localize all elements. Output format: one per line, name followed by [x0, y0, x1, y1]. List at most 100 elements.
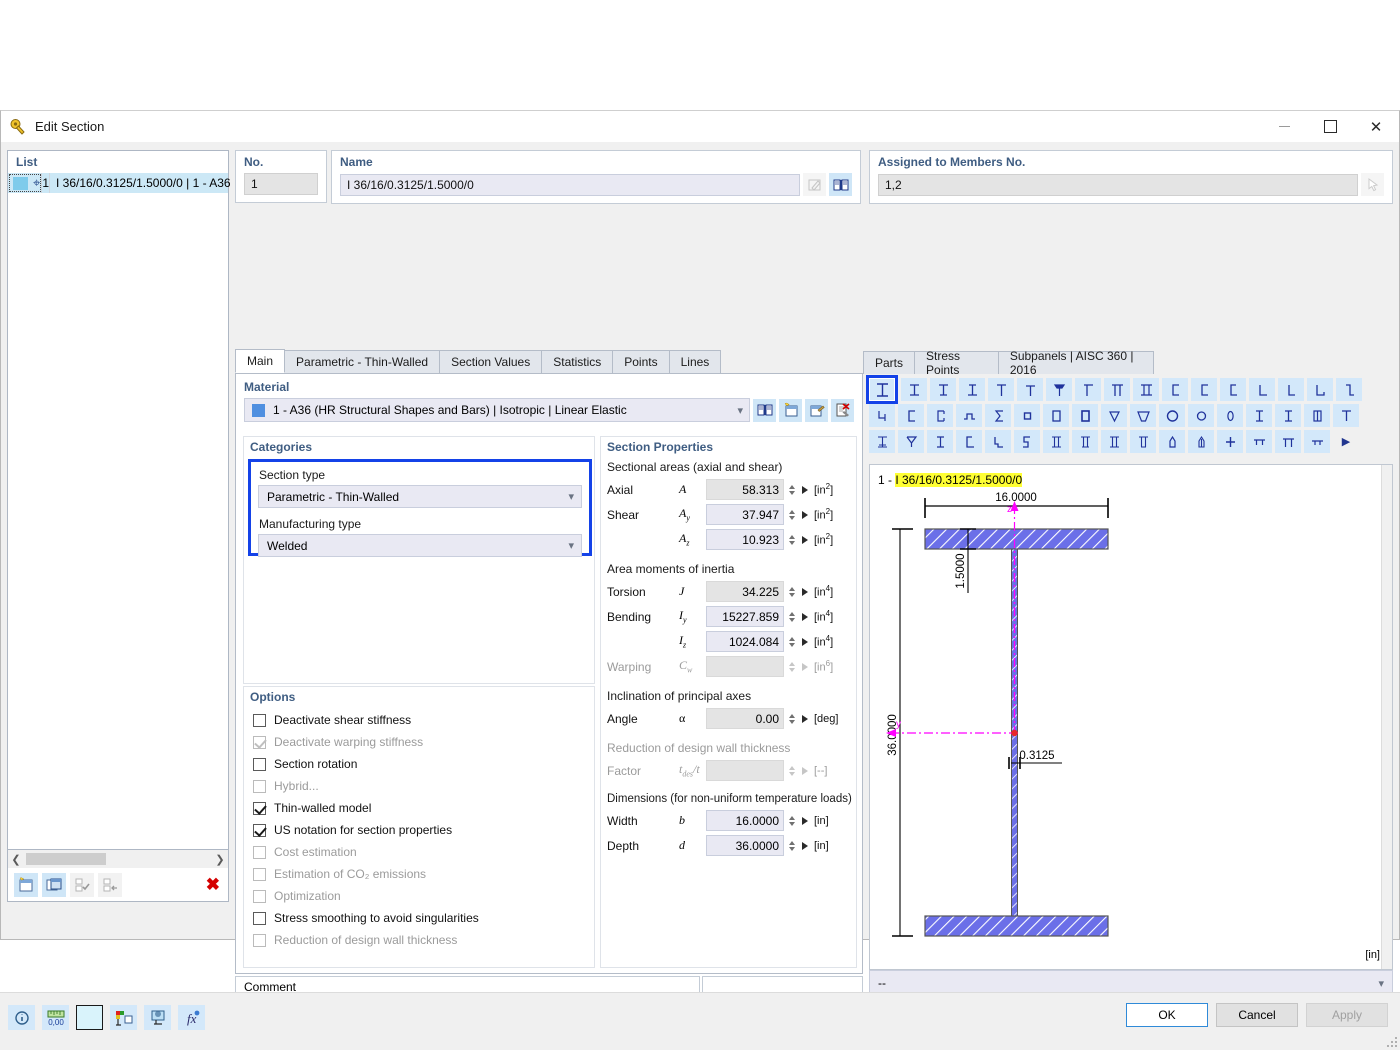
property-value[interactable]: 16.0000: [706, 810, 784, 831]
shape-square-small[interactable]: [1014, 404, 1040, 427]
checkbox[interactable]: [253, 757, 266, 771]
shape-l-1[interactable]: [1249, 378, 1275, 401]
resize-grip[interactable]: [1385, 1035, 1397, 1047]
visual-settings-icon[interactable]: [144, 1005, 171, 1030]
minimize-button[interactable]: [1261, 111, 1307, 142]
material-library-icon[interactable]: [753, 398, 776, 422]
color-picker-icon[interactable]: [76, 1005, 103, 1030]
shape-circle-hollow[interactable]: [1217, 404, 1243, 427]
shape-angle-lipped[interactable]: [985, 430, 1011, 453]
chevron-down-icon[interactable]: ▾: [568, 539, 576, 552]
delete-section-icon[interactable]: ✖: [206, 875, 220, 895]
drawing-vertical-scrollbar[interactable]: [1381, 465, 1392, 969]
shape-i-cross-1[interactable]: [869, 430, 895, 453]
shape-c-3[interactable]: [1220, 378, 1246, 401]
spinner-icon[interactable]: [786, 534, 797, 545]
apply-button[interactable]: Apply: [1306, 1003, 1388, 1027]
pick-members-cursor-icon[interactable]: [1361, 173, 1384, 196]
shape-trapezoid-2[interactable]: [1130, 404, 1156, 427]
expand-arrow-icon[interactable]: [802, 485, 808, 494]
display-properties-icon[interactable]: [110, 1005, 137, 1030]
manufacturing-type-select[interactable]: Welded ▾: [258, 534, 582, 557]
ok-button[interactable]: OK: [1126, 1003, 1208, 1027]
copy-section-button[interactable]: [42, 872, 66, 897]
spinner-icon[interactable]: [786, 636, 797, 647]
shape-t-3[interactable]: [1046, 378, 1072, 401]
chevron-down-icon[interactable]: ▾: [568, 490, 576, 503]
expand-arrow-icon[interactable]: [802, 535, 808, 544]
scrollbar-thumb[interactable]: [26, 853, 106, 865]
units-decimals-icon[interactable]: 0,00: [42, 1005, 69, 1030]
shape-c-5[interactable]: [956, 430, 982, 453]
tab-section-values[interactable]: Section Values: [439, 350, 543, 373]
section-library-icon[interactable]: [829, 173, 852, 196]
property-value[interactable]: 37.947: [706, 504, 784, 525]
cancel-button[interactable]: Cancel: [1216, 1003, 1298, 1027]
shape-i-4[interactable]: [959, 378, 985, 401]
expand-arrow-icon[interactable]: [802, 841, 808, 850]
shape-box-divided[interactable]: [1304, 404, 1330, 427]
expand-arrow-icon[interactable]: [802, 714, 808, 723]
shape-t-1[interactable]: [988, 378, 1014, 401]
edit-material-icon[interactable]: [805, 398, 828, 422]
property-value[interactable]: 10.923: [706, 529, 784, 550]
list-horizontal-scrollbar[interactable]: ❮ ❯: [7, 850, 229, 868]
delete-material-icon[interactable]: [831, 398, 854, 422]
invert-selection-button[interactable]: [98, 872, 122, 897]
shape-i-selected[interactable]: [866, 375, 898, 404]
spinner-icon[interactable]: [786, 509, 797, 520]
property-value[interactable]: 0.00: [706, 708, 784, 729]
shape-circle-1[interactable]: [1159, 404, 1185, 427]
option-deactivate-shear-stiffness[interactable]: Deactivate shear stiffness: [244, 709, 594, 731]
shape-t-2[interactable]: [1017, 378, 1043, 401]
property-value[interactable]: 15227.859: [706, 606, 784, 627]
chevron-down-icon[interactable]: ▾: [1378, 977, 1386, 990]
shape-y[interactable]: [898, 430, 924, 453]
shape-i-7[interactable]: [927, 430, 953, 453]
option-us-notation[interactable]: US notation for section properties: [244, 819, 594, 841]
shape-sigma[interactable]: [985, 404, 1011, 427]
property-value[interactable]: 34.225: [706, 581, 784, 602]
shape-i-5[interactable]: [1246, 404, 1272, 427]
maximize-button[interactable]: [1307, 111, 1353, 142]
shape-i-6[interactable]: [1275, 404, 1301, 427]
assigned-members-input[interactable]: 1,2: [878, 173, 1358, 196]
shape-t-4[interactable]: [1075, 378, 1101, 401]
shape-pi-2[interactable]: [1133, 378, 1159, 401]
shape-t-wide-1[interactable]: [1246, 430, 1272, 453]
expand-arrow-icon[interactable]: [802, 587, 808, 596]
option-thin-walled-model[interactable]: Thin-walled model: [244, 797, 594, 819]
tab-points[interactable]: Points: [612, 350, 670, 373]
spinner-icon[interactable]: [786, 840, 797, 851]
expand-arrow-icon[interactable]: [802, 612, 808, 621]
shape-t-5[interactable]: [1333, 404, 1359, 427]
scroll-right-icon[interactable]: ❯: [212, 853, 228, 866]
shape-c-4[interactable]: [898, 404, 924, 427]
info-icon[interactable]: [8, 1005, 35, 1030]
shape-rect-2[interactable]: [1072, 404, 1098, 427]
shape-hat[interactable]: [956, 404, 982, 427]
close-icon[interactable]: ✕: [1353, 111, 1399, 142]
spinner-icon[interactable]: [786, 484, 797, 495]
edit-name-icon[interactable]: [803, 173, 826, 196]
shape-t-wide-3[interactable]: [1304, 430, 1330, 453]
shape-angle-z[interactable]: [1014, 430, 1040, 453]
spinner-icon[interactable]: [786, 713, 797, 724]
shape-i-3[interactable]: [930, 378, 956, 401]
section-type-select[interactable]: Parametric - Thin-Walled ▾: [258, 485, 582, 508]
expand-arrow-icon[interactable]: [802, 510, 808, 519]
shape-c-2[interactable]: [1191, 378, 1217, 401]
tab-parts[interactable]: Parts: [863, 351, 916, 374]
shape-trapezoid-1[interactable]: [1101, 404, 1127, 427]
shape-double-i-2[interactable]: [1072, 430, 1098, 453]
property-value[interactable]: 58.313: [706, 479, 784, 500]
shape-palette-more-arrow-icon[interactable]: ▶: [1333, 430, 1359, 453]
section-drawing-svg[interactable]: 16.0000 1.5000 36.0000: [870, 465, 1382, 960]
tab-statistics[interactable]: Statistics: [541, 350, 614, 373]
checkbox[interactable]: [253, 801, 266, 815]
spinner-icon[interactable]: [786, 611, 797, 622]
shape-c-lipped[interactable]: [927, 404, 953, 427]
scroll-left-icon[interactable]: ❮: [8, 853, 24, 866]
tab-parametric-thin-walled[interactable]: Parametric - Thin-Walled: [284, 350, 441, 373]
material-select[interactable]: 1 - A36 (HR Structural Shapes and Bars) …: [244, 398, 750, 422]
